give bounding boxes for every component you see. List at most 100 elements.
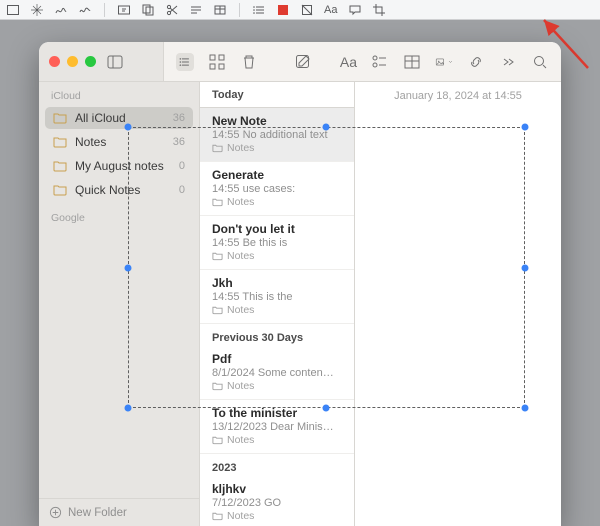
note-subtitle: 14:55 No additional text	[212, 129, 342, 141]
shape-tool[interactable]	[6, 3, 20, 17]
note-title: New Note	[212, 114, 342, 128]
note-location: Notes	[212, 380, 342, 392]
note-list-item[interactable]: To the minister13/12/2023 Dear Minis…Not…	[200, 400, 354, 454]
border-style-tool[interactable]	[300, 3, 314, 17]
note-subtitle: 7/12/2023 GO	[212, 497, 342, 509]
sidebar-item-count: 0	[179, 160, 185, 172]
media-button[interactable]	[435, 53, 453, 71]
notes-window: Aa iCloud All iCloud 36 Notes 36	[39, 42, 561, 526]
speech-bubble-icon[interactable]	[348, 3, 362, 17]
copy-icon[interactable]	[141, 3, 155, 17]
note-title: Jkh	[212, 276, 342, 290]
compose-button[interactable]	[294, 53, 312, 71]
note-canvas[interactable]: January 18, 2024 at 14:55	[355, 82, 561, 526]
plus-circle-icon	[49, 506, 62, 519]
trash-button[interactable]	[240, 53, 258, 71]
crop-icon[interactable]	[372, 3, 386, 17]
text-style-label: Aa	[324, 3, 337, 17]
note-location: Notes	[212, 142, 342, 154]
note-subtitle: 14:55 Be this is	[212, 237, 342, 249]
note-title: kljhkv	[212, 482, 342, 496]
note-title: To the minister	[212, 406, 342, 420]
text-style-tool[interactable]: Aa	[324, 3, 338, 17]
grid-view-button[interactable]	[208, 53, 226, 71]
align-lines-icon[interactable]	[189, 3, 203, 17]
list-tool[interactable]	[252, 3, 266, 17]
traffic-lights	[49, 56, 96, 67]
sidebar-section-label: iCloud	[39, 90, 199, 106]
system-toolbar: Aa	[0, 0, 600, 20]
note-list-item[interactable]: Pdf8/1/2024 Some conten…Notes	[200, 346, 354, 400]
textbox-icon[interactable]	[117, 3, 131, 17]
new-folder-button[interactable]: New Folder	[39, 498, 199, 526]
scribble-alt-icon[interactable]	[78, 3, 92, 17]
note-datestamp: January 18, 2024 at 14:55	[355, 90, 561, 102]
sparkle-icon[interactable]	[30, 3, 44, 17]
sidebar-item-quick-notes[interactable]: Quick Notes 0	[45, 179, 193, 201]
rect-icon	[6, 3, 20, 17]
minimize-window-button[interactable]	[67, 56, 78, 67]
zoom-window-button[interactable]	[85, 56, 96, 67]
note-location: Notes	[212, 196, 342, 208]
fill-color-tool[interactable]	[276, 3, 290, 17]
toolbar-group-shapes	[6, 3, 92, 17]
toolbar-sep	[239, 3, 240, 17]
chevron-down-icon	[337, 9, 338, 10]
sidebar-item-count: 0	[179, 184, 185, 196]
sidebar-item-count: 36	[173, 136, 185, 148]
note-subtitle: 14:55 use cases:	[212, 183, 342, 195]
note-list-header: Today	[200, 82, 354, 108]
sidebar-item-label: My August notes	[75, 159, 171, 173]
list-view-button[interactable]	[176, 53, 194, 71]
note-list-group: Previous 30 Days	[200, 324, 354, 346]
toolbar-group-insert	[117, 3, 227, 17]
border-icon	[300, 3, 314, 17]
sidebar-item-count: 36	[173, 112, 185, 124]
close-window-button[interactable]	[49, 56, 60, 67]
list-icon	[252, 3, 266, 17]
checklist-button[interactable]	[371, 53, 389, 71]
note-list-item[interactable]: New Note14:55 No additional textNotes	[200, 108, 354, 162]
note-list-item[interactable]: Generate14:55 use cases:Notes	[200, 162, 354, 216]
note-location: Notes	[212, 250, 342, 262]
note-list-scroll[interactable]: New Note14:55 No additional textNotesGen…	[200, 108, 354, 526]
note-list-group: 2023	[200, 454, 354, 476]
more-button[interactable]	[499, 53, 517, 71]
window-toolbar-right: Aa	[164, 42, 561, 81]
sidebar-item-notes[interactable]: Notes 36	[45, 131, 193, 153]
folder-icon	[53, 184, 67, 196]
note-location: Notes	[212, 304, 342, 316]
note-subtitle: 13/12/2023 Dear Minis…	[212, 421, 342, 433]
sidebar-item-all-icloud[interactable]: All iCloud 36	[45, 107, 193, 129]
folder-icon	[53, 112, 67, 124]
scissors-tool[interactable]	[165, 3, 179, 17]
window-toolbar: Aa	[39, 42, 561, 82]
note-location: Notes	[212, 510, 342, 522]
note-location: Notes	[212, 434, 342, 446]
note-list: Today New Note14:55 No additional textNo…	[200, 82, 355, 526]
window-toolbar-left	[39, 42, 164, 81]
scribble-icon[interactable]	[54, 3, 68, 17]
note-title: Pdf	[212, 352, 342, 366]
note-list-item[interactable]: Jkh14:55 This is theNotes	[200, 270, 354, 324]
window-body: iCloud All iCloud 36 Notes 36 My August …	[39, 82, 561, 526]
note-title: Generate	[212, 168, 342, 182]
sidebar-item-label: All iCloud	[75, 111, 165, 125]
folder-icon	[53, 136, 67, 148]
toolbar-sep	[104, 3, 105, 17]
table-button[interactable]	[403, 53, 421, 71]
link-button[interactable]	[467, 53, 485, 71]
format-button[interactable]: Aa	[340, 53, 357, 71]
sidebar-item-my-august-notes[interactable]: My August notes 0	[45, 155, 193, 177]
note-list-item[interactable]: Don't you let it14:55 Be this isNotes	[200, 216, 354, 270]
note-list-item[interactable]: kljhkv7/12/2023 GONotes	[200, 476, 354, 526]
new-folder-label: New Folder	[68, 507, 127, 519]
sidebar-item-label: Quick Notes	[75, 183, 171, 197]
note-subtitle: 14:55 This is the	[212, 291, 342, 303]
sidebar-toggle-button[interactable]	[106, 53, 124, 71]
table-icon[interactable]	[213, 3, 227, 17]
sidebar-section-label: Google	[39, 212, 199, 228]
sidebar: iCloud All iCloud 36 Notes 36 My August …	[39, 82, 200, 526]
search-button[interactable]	[531, 53, 549, 71]
note-subtitle: 8/1/2024 Some conten…	[212, 367, 342, 379]
